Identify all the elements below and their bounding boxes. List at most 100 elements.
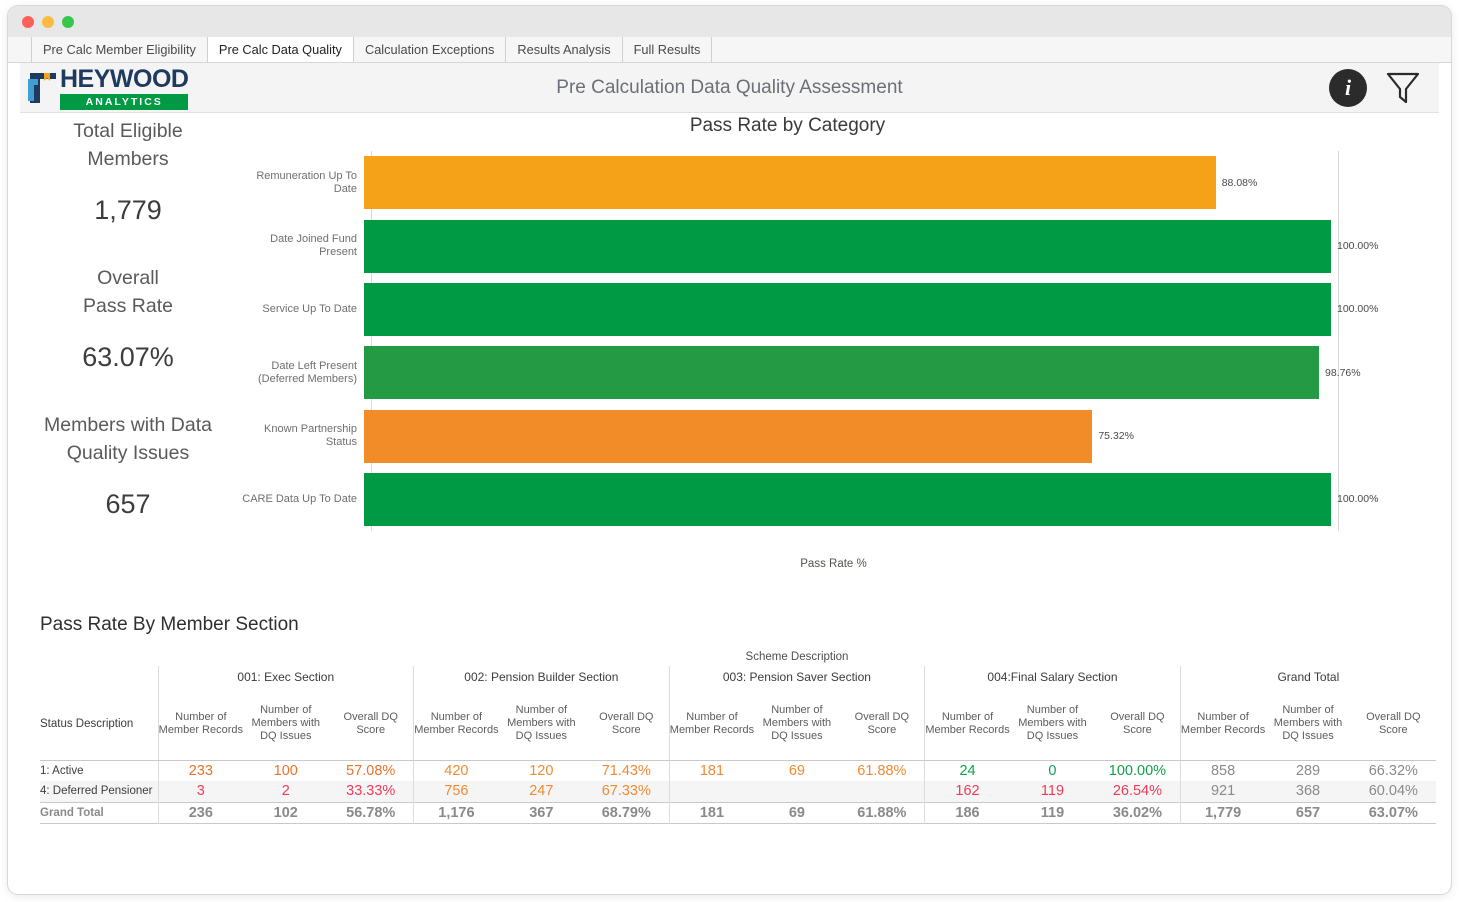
- pass-rate-table: Scheme Description 001: Exec Section 002: …: [40, 648, 1436, 824]
- table-group-header: Grand Total: [1179, 666, 1436, 688]
- table-cell: 67.33%: [583, 781, 670, 802]
- logo-wordmark: HEYWOOD: [60, 64, 189, 93]
- kpi-label-line1: Overall: [97, 267, 159, 289]
- table-row[interactable]: Grand Total 236 102 56.78% 1,176 367 68.79% 181…: [40, 801, 1436, 823]
- table-cell: 119: [1009, 781, 1096, 802]
- table-group-header-row: 001: Exec Section 002: Pension Builder Se…: [40, 666, 1436, 688]
- chart-category-label: Service Up To Date: [262, 302, 357, 315]
- table-title: Pass Rate By Member Section: [40, 614, 299, 635]
- kpi-label-line2: Pass Rate: [83, 295, 173, 317]
- table-scheme-header: Scheme Description: [745, 651, 849, 663]
- table-cell: 26.54%: [1095, 781, 1181, 802]
- table-cell: 61.88%: [839, 801, 925, 823]
- tab-calculation-exceptions[interactable]: Calculation Exceptions: [352, 37, 507, 62]
- table-cell: 420: [413, 760, 499, 781]
- table-row[interactable]: 4: Deferred Pensioner 3 2 33.33% 756 247 67.33…: [40, 781, 1436, 802]
- kpi-label-1: Overall Pass Rate: [20, 264, 236, 320]
- kpi-panel: Total Eligible Members 1,779 Overall Pass Ra…: [20, 117, 236, 558]
- chart-category-label: Date Joined Fund Present: [270, 233, 357, 258]
- table-column-header: Overall DQ Score: [1095, 688, 1181, 761]
- table-cell: 181: [668, 801, 755, 823]
- chart-category-label: Remuneration Up To Date: [256, 169, 357, 195]
- heywood-logo-mark: [28, 73, 56, 103]
- table-cell: 367: [498, 801, 584, 823]
- chart-bar-track: 88.08%: [364, 156, 1431, 210]
- table-group-header: 003: Pension Saver Section: [668, 666, 925, 688]
- tab-results-analysis[interactable]: Results Analysis: [505, 37, 623, 62]
- table-column-header: Number of Member Records: [157, 688, 244, 761]
- chart-bar[interactable]: [364, 409, 1093, 463]
- table-cell: 102: [243, 801, 329, 823]
- chart-category-label: Date Left Present (Deferred Members): [257, 359, 357, 385]
- logo-tagline: ANALYTICS: [60, 93, 189, 110]
- table-row-label: 1: Active: [40, 764, 84, 777]
- table-column-header: Number of Member Records: [413, 688, 499, 761]
- table-column-header: Number of Member Records: [668, 688, 755, 761]
- dashboard-body: Total Eligible Members 1,779 Overall Pass Ra…: [20, 113, 1439, 581]
- page-title: Pre Calculation Data Quality Assessment: [556, 76, 903, 98]
- table-column-header: Number of Members with DQ Issues: [243, 688, 329, 761]
- chart-bar-row: Date Joined Fund Present 100.00%: [236, 219, 1431, 273]
- tab-pre-calc-data-quality[interactable]: Pre Calc Data Quality: [206, 37, 354, 62]
- chart-x-axis-label: Pass Rate %: [800, 558, 867, 570]
- table-row-label: Grand Total: [40, 801, 158, 823]
- table-cell: 3: [157, 781, 244, 802]
- table-cell: 71.43%: [601, 762, 651, 779]
- kpi-label-line2: Members: [87, 148, 169, 170]
- table-cell: 921: [1179, 781, 1266, 802]
- chart-bar-row: Date Left Present (Deferred Members) 98.7…: [236, 346, 1431, 400]
- kpi-label-line1: Members with Data: [44, 414, 212, 436]
- kpi-label-line2: Quality Issues: [66, 442, 190, 464]
- chart-bar[interactable]: [364, 219, 1331, 273]
- table-scheme-row: Scheme Description: [40, 648, 1436, 666]
- table-cell: 1,176: [413, 801, 499, 823]
- chart-bar-row: Service Up To Date 100.00%: [236, 282, 1431, 336]
- window-close-button[interactable]: [22, 15, 34, 28]
- chart-bar-track: 100.00%: [364, 282, 1431, 336]
- table-cell: 120: [529, 762, 554, 779]
- tab-full-results[interactable]: Full Results: [621, 37, 713, 62]
- table-cell: 657: [1265, 801, 1351, 823]
- window-minimize-button[interactable]: [42, 15, 54, 28]
- table-cell: 858: [1179, 760, 1266, 781]
- window-maximize-button[interactable]: [62, 15, 74, 28]
- tab-pre-calc-member-eligibility[interactable]: Pre Calc Member Eligibility: [31, 37, 208, 62]
- table-group-header: 001: Exec Section: [157, 666, 414, 688]
- table-column-header: Number of Members with DQ Issues: [1009, 688, 1096, 761]
- app-header: HEYWOOD ANALYTICS Pre Calculation Data Q…: [20, 63, 1439, 113]
- table-cell: 24: [924, 760, 1010, 781]
- table-status-header: Status Description: [40, 688, 158, 761]
- chart-bar[interactable]: [364, 282, 1331, 336]
- chart-bar-value-label: 88.08%: [1221, 176, 1258, 189]
- table-cell: 233: [157, 760, 244, 781]
- chart-bar-track: 98.76%: [364, 346, 1431, 400]
- table-cell: [754, 781, 840, 802]
- chart-bar-value-label: 98.76%: [1325, 366, 1361, 379]
- kpi-label-2: Members with Data Quality Issues: [20, 411, 236, 467]
- table-column-header: Overall DQ Score: [839, 688, 925, 761]
- chart-bar-track: 100.00%: [364, 219, 1431, 273]
- table-cell: 57.08%: [346, 762, 396, 779]
- table-cell: 66.32%: [1368, 762, 1418, 779]
- table-cell: 181: [668, 760, 755, 781]
- chart-bar[interactable]: [364, 472, 1331, 526]
- chart-bar-track: 100.00%: [364, 472, 1431, 526]
- table-cell: 247: [498, 781, 584, 802]
- chart-bar[interactable]: [364, 346, 1319, 400]
- table-cell: 61.88%: [857, 762, 907, 779]
- chart-bar-row: Known Partnership Status 75.32%: [236, 409, 1431, 463]
- table-column-header: Number of Members with DQ Issues: [754, 688, 840, 761]
- table-cell: 63.07%: [1350, 801, 1436, 823]
- table-cell: 1,779: [1179, 801, 1266, 823]
- filter-funnel-icon[interactable]: [1383, 69, 1423, 107]
- table-cell: 60.04%: [1350, 781, 1436, 802]
- table-column-header: Number of Member Records: [924, 688, 1010, 761]
- info-icon[interactable]: i: [1329, 68, 1367, 107]
- table-cell: 68.79%: [583, 801, 670, 823]
- table-row[interactable]: 1: Active 233 100 57.08% 420 120 71.43% 181 69 61…: [40, 760, 1436, 781]
- chart-bar-value-label: 100.00%: [1337, 493, 1379, 506]
- chart-category-label: CARE Data Up To Date: [242, 492, 357, 505]
- chart-bar[interactable]: [364, 156, 1216, 210]
- table-cell: 756: [413, 781, 499, 802]
- table-group-header: 002: Pension Builder Section: [413, 666, 670, 688]
